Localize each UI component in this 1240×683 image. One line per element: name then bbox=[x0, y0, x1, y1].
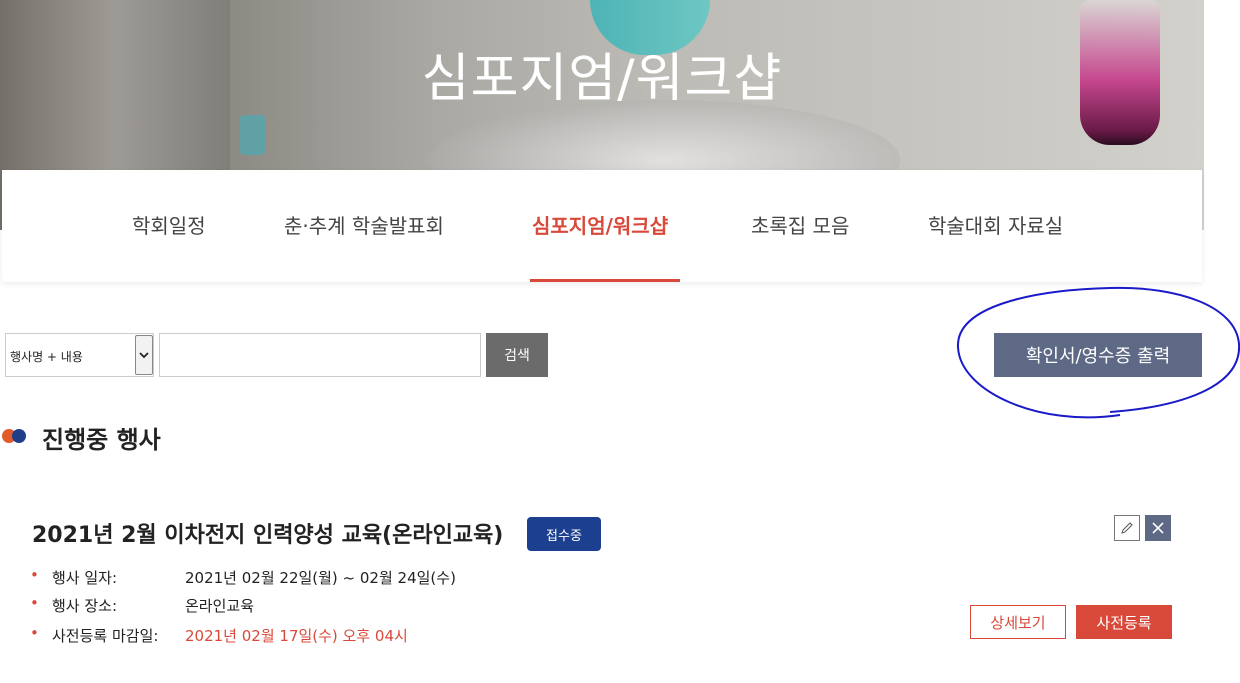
event-title[interactable]: 2021년 2월 이차전지 인력양성 교육(온라인교육) bbox=[32, 517, 503, 549]
tab-abstracts[interactable]: 초록집 모음 bbox=[751, 210, 849, 239]
detail-view-button[interactable]: 상세보기 bbox=[970, 605, 1066, 639]
chevron-down-icon[interactable] bbox=[135, 335, 153, 375]
search-input[interactable] bbox=[159, 333, 481, 377]
hand-drawn-circle-annotation bbox=[956, 286, 1240, 419]
section-bullet-dot-navy bbox=[12, 429, 26, 443]
hero-title: 심포지엄/워크샵 bbox=[421, 49, 783, 109]
section-title: 진행중 행사 bbox=[42, 426, 161, 454]
tab-symposium-workshop[interactable]: 심포지엄/워크샵 bbox=[532, 210, 668, 239]
tab-navigation: 학회일정 춘·추계 학술발표회 심포지엄/워크샵 초록집 모음 학술대회 자료실 bbox=[2, 170, 1202, 282]
event-deadline-label: 사전등록 마감일: bbox=[52, 627, 159, 645]
event-date-label: 행사 일자: bbox=[52, 569, 118, 587]
tab-conference[interactable]: 춘·추계 학술발표회 bbox=[284, 210, 444, 239]
event-date-value: 2021년 02월 22일(월) ~ 02월 24일(수) bbox=[185, 569, 456, 587]
search-category-value: 행사명 + 내용 bbox=[10, 350, 83, 364]
tab-schedule[interactable]: 학회일정 bbox=[132, 210, 206, 239]
close-icon[interactable] bbox=[1145, 515, 1171, 541]
hero-teal-tube-decoration bbox=[240, 115, 265, 155]
event-venue-value: 온라인교육 bbox=[185, 597, 255, 615]
pencil-icon[interactable] bbox=[1114, 515, 1140, 541]
event-deadline-value: 2021년 02월 17일(수) 오후 04시 bbox=[185, 627, 408, 645]
preregister-button[interactable]: 사전등록 bbox=[1076, 605, 1172, 639]
bullet-dot: • bbox=[30, 624, 39, 642]
search-button[interactable]: 검색 bbox=[486, 333, 548, 377]
search-category-select[interactable]: 행사명 + 내용 bbox=[5, 333, 154, 377]
bullet-dot: • bbox=[30, 594, 39, 612]
bullet-dot: • bbox=[30, 566, 39, 584]
status-badge: 접수중 bbox=[527, 517, 601, 551]
event-venue-label: 행사 장소: bbox=[52, 597, 118, 615]
active-tab-underline bbox=[530, 279, 680, 282]
tab-archive[interactable]: 학술대회 자료실 bbox=[928, 210, 1063, 239]
